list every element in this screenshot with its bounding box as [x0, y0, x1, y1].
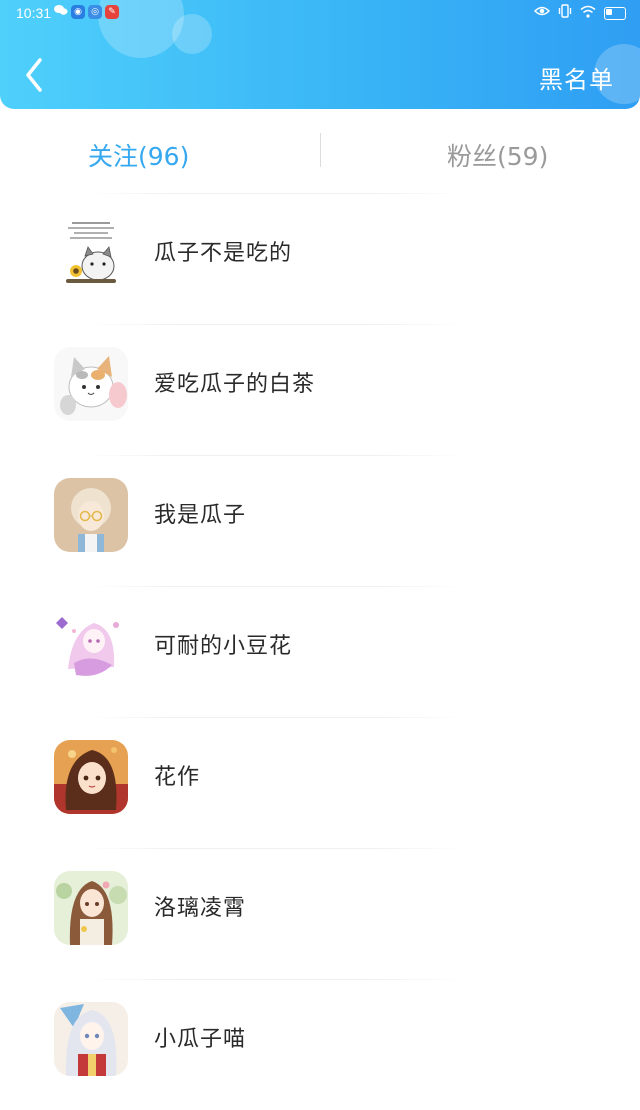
tab-following[interactable]: 关注(96) — [88, 137, 189, 173]
user-name: 我是瓜子 — [154, 503, 247, 528]
flower-girl-avatar-icon — [54, 871, 128, 945]
avatar — [54, 609, 128, 683]
user-name: 小瓜子喵 — [154, 1027, 247, 1052]
notification-icons: ◉ ◎ ✎ — [54, 4, 119, 20]
wifi-icon — [580, 5, 596, 22]
chevron-left-icon — [26, 58, 42, 92]
system-icons — [533, 4, 626, 22]
top-app-bar: 10:31 ◉ ◎ ✎ 黑名单 — [0, 0, 640, 109]
divider — [84, 979, 464, 980]
cat-avatar-icon — [54, 347, 128, 421]
cat-with-seeds-avatar-icon — [54, 216, 128, 290]
follow-tabs: 关注(96) 粉丝(59) — [0, 109, 640, 193]
back-button[interactable] — [18, 56, 54, 96]
tab-divider — [320, 133, 321, 167]
divider — [84, 586, 464, 587]
divider — [84, 193, 464, 194]
avatar — [54, 1002, 128, 1076]
divider — [84, 717, 464, 718]
avatar — [54, 216, 128, 290]
avatar — [54, 347, 128, 421]
list-item[interactable]: 可耐的小豆花 — [0, 586, 640, 717]
list-item[interactable]: 瓜子不是吃的 — [0, 193, 640, 324]
eye-icon — [533, 5, 551, 21]
status-bar: 10:31 ◉ ◎ ✎ — [0, 0, 640, 28]
status-time: 10:31 — [16, 5, 52, 21]
blacklist-button[interactable]: 黑名单 — [539, 60, 614, 95]
divider — [84, 848, 464, 849]
list-item[interactable]: 我是瓜子 — [0, 455, 640, 586]
brown-hair-girl-avatar-icon — [54, 740, 128, 814]
app-notification-icon: ◎ — [88, 5, 102, 19]
user-name: 花作 — [154, 765, 201, 790]
app-notification-icon: ✎ — [105, 5, 119, 19]
pink-anime-girl-avatar-icon — [54, 609, 128, 683]
user-name: 爱吃瓜子的白茶 — [154, 372, 316, 397]
silver-hair-girl-avatar-icon — [54, 1002, 128, 1076]
user-name: 可耐的小豆花 — [154, 634, 293, 659]
glasses-girl-avatar-icon — [54, 478, 128, 552]
tab-followers[interactable]: 粉丝(59) — [447, 137, 548, 173]
avatar — [54, 740, 128, 814]
user-name: 瓜子不是吃的 — [154, 241, 293, 266]
divider — [84, 455, 464, 456]
list-item[interactable]: 小瓜子喵 — [0, 979, 640, 1110]
wechat-icon — [54, 4, 68, 20]
list-item[interactable]: 爱吃瓜子的白茶 — [0, 324, 640, 455]
avatar — [54, 478, 128, 552]
vibrate-icon — [558, 4, 572, 22]
user-list: 瓜子不是吃的 爱吃瓜子的白茶 我是瓜子 可耐的小豆花 花作 洛璃凌霄 小瓜子喵 — [0, 193, 640, 1110]
user-name: 洛璃凌霄 — [154, 896, 247, 921]
list-item[interactable]: 花作 — [0, 717, 640, 848]
app-notification-icon: ◉ — [71, 5, 85, 19]
list-item[interactable]: 洛璃凌霄 — [0, 848, 640, 979]
avatar — [54, 871, 128, 945]
divider — [84, 324, 464, 325]
battery-icon — [604, 6, 626, 20]
